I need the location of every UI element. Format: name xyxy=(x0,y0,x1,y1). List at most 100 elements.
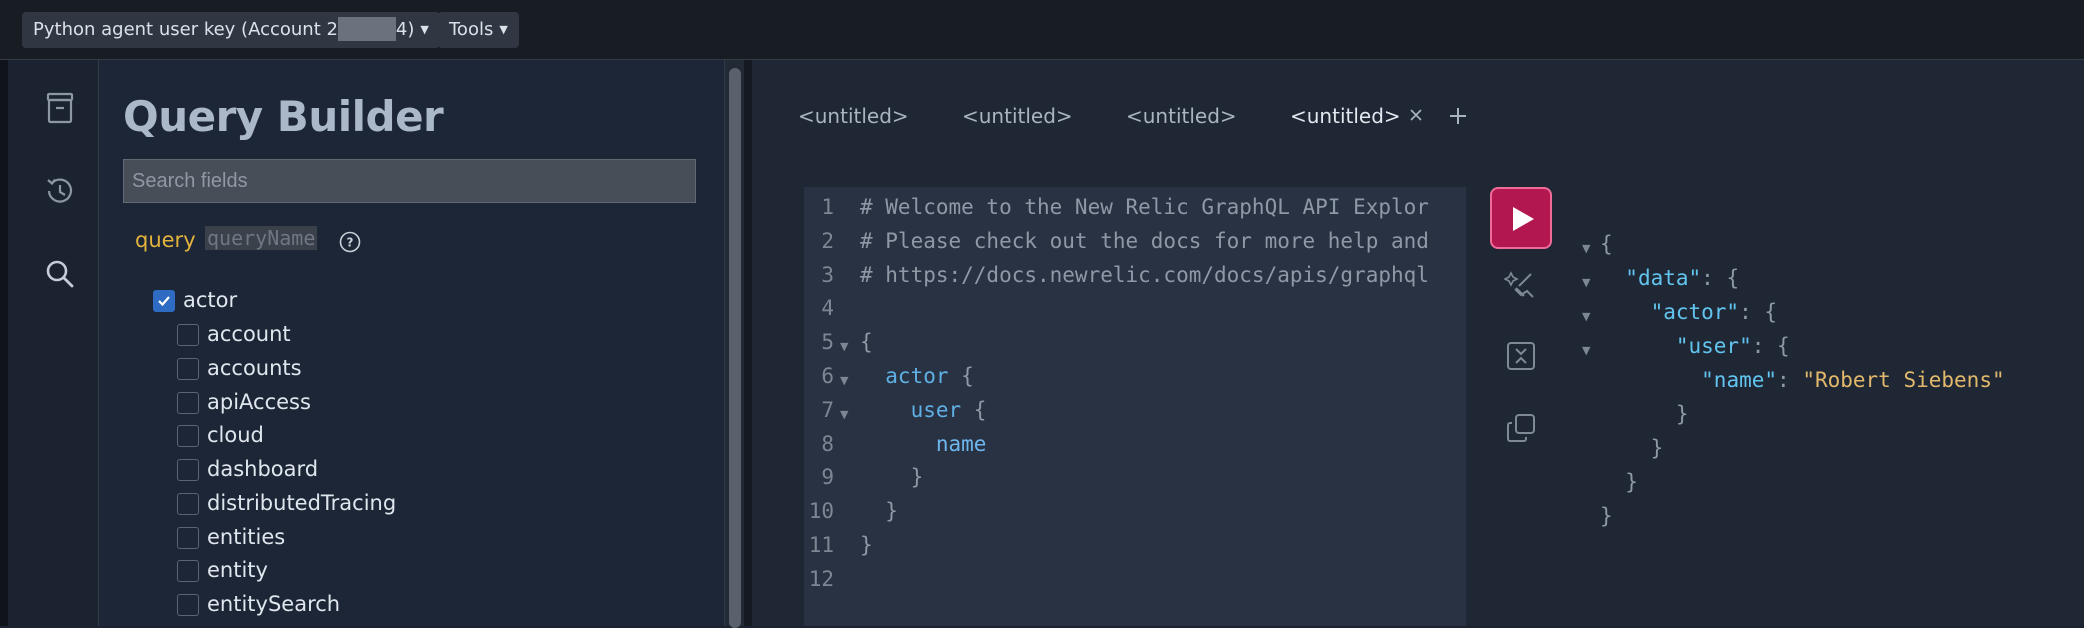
query-builder-scrollbar[interactable] xyxy=(724,60,744,628)
tree-item-label: entities xyxy=(207,525,286,549)
tree-item-label: apiAccess xyxy=(207,390,311,414)
line-number: 4 xyxy=(821,296,834,321)
query-builder-title: Query Builder xyxy=(123,92,444,141)
code-line: # Welcome to the New Relic GraphQL API E… xyxy=(860,195,1429,219)
tab-untitled-4-active[interactable]: <untitled> xyxy=(1290,104,1401,128)
query-builder-panel: Query Builder query queryName ? actor ac… xyxy=(99,60,724,626)
tab-untitled-1[interactable]: <untitled> xyxy=(798,104,909,128)
result-key-name: "name" xyxy=(1701,368,1778,392)
sidebar-icon-bar xyxy=(8,60,99,626)
code-line: { xyxy=(860,330,873,355)
editor-actions xyxy=(1466,187,1574,626)
line-number: 8 xyxy=(821,431,834,456)
fold-toggle-icon[interactable]: ▼ xyxy=(1582,310,1590,323)
checkbox[interactable] xyxy=(177,459,199,481)
chevron-down-icon: ▼ xyxy=(420,23,429,36)
query-editor[interactable]: 1 # Welcome to the New Relic GraphQL API … xyxy=(804,187,1466,626)
checkbox-checked[interactable] xyxy=(153,290,175,312)
checkbox[interactable] xyxy=(177,560,199,582)
tree-item-label: cloud xyxy=(207,423,264,447)
run-button[interactable] xyxy=(1490,187,1552,249)
line-number: 7 xyxy=(821,397,834,422)
code-line: name xyxy=(860,431,987,456)
query-name-input[interactable]: queryName xyxy=(205,226,318,250)
result-brace-close: } xyxy=(1600,402,1689,426)
checkbox[interactable] xyxy=(177,392,199,414)
line-number: 9 xyxy=(821,465,834,490)
line-number: 2 xyxy=(821,228,834,253)
top-bar: Python agent user key (Account 2 4) ▼ Tool… xyxy=(0,0,2084,60)
result-brace-close: } xyxy=(1600,504,1613,528)
scrollbar-thumb[interactable] xyxy=(729,68,741,628)
checkbox[interactable] xyxy=(177,425,199,447)
panel-resize-handle[interactable] xyxy=(744,60,752,626)
tree-item-label: account xyxy=(207,322,291,346)
window-edge xyxy=(0,60,8,626)
fold-toggle-icon[interactable]: ▼ xyxy=(1582,344,1590,357)
editor-panel: <untitled> <untitled> <untitled> <untitl… xyxy=(752,60,2084,626)
copy-icon[interactable] xyxy=(1504,411,1538,445)
code-line: # Please check out the docs for more hel… xyxy=(860,228,1429,253)
help-icon[interactable]: ? xyxy=(339,231,361,253)
tools-dropdown[interactable]: Tools ▼ xyxy=(438,12,519,48)
result-key-user: "user" xyxy=(1675,334,1752,358)
fold-toggle-icon[interactable]: ▼ xyxy=(840,408,848,421)
fold-toggle-icon[interactable]: ▼ xyxy=(840,374,848,387)
code-line: # https://docs.newrelic.com/docs/apis/gr… xyxy=(860,262,1429,287)
account-key-label-suffix: 4) xyxy=(395,19,415,40)
fold-toggle-icon[interactable]: ▼ xyxy=(1582,276,1590,289)
checkbox[interactable] xyxy=(177,358,199,380)
line-number: 12 xyxy=(808,566,834,591)
result-key-actor: "actor" xyxy=(1650,300,1740,324)
add-tab-icon[interactable] xyxy=(1446,104,1470,128)
line-number: 6 xyxy=(821,364,834,388)
line-number: 3 xyxy=(821,262,834,287)
checkbox[interactable] xyxy=(177,594,199,616)
result-line-data: "data": { xyxy=(1625,266,1740,290)
chevron-down-icon: ▼ xyxy=(499,23,508,36)
tools-label: Tools xyxy=(449,19,494,40)
search-fields-input[interactable] xyxy=(123,159,696,203)
result-brace-close: } xyxy=(1600,436,1664,460)
account-key-label-prefix: Python agent user key (Account 2 xyxy=(33,19,338,40)
code-line: } xyxy=(860,465,924,490)
query-keyword: query xyxy=(135,228,196,252)
result-brace-close: } xyxy=(1600,470,1638,494)
result-line-actor: "actor": { xyxy=(1650,300,1778,324)
code-line: actor { xyxy=(860,364,974,388)
tree-item-label: entity xyxy=(207,558,268,582)
checkbox[interactable] xyxy=(177,527,199,549)
code-line: } xyxy=(860,533,873,557)
result-brace-open: { xyxy=(1600,232,1613,256)
search-icon[interactable] xyxy=(36,250,84,298)
checkbox[interactable] xyxy=(177,324,199,346)
code-line: } xyxy=(860,499,898,524)
tree-item-label: entitySearch xyxy=(207,592,341,616)
tree-item-label: dashboard xyxy=(207,457,319,481)
collapse-icon[interactable] xyxy=(1504,339,1538,373)
line-number: 5 xyxy=(821,330,834,355)
fold-toggle-icon[interactable]: ▼ xyxy=(1582,242,1590,255)
checkbox[interactable] xyxy=(177,493,199,515)
tree-item-label: actor xyxy=(183,288,238,312)
result-viewer: ▼ { ▼ "data": { ▼ "actor": { ▼ "user": {… xyxy=(1574,170,2084,626)
result-value-name: "Robert Siebens" xyxy=(1802,368,2005,392)
code-line: user { xyxy=(860,397,987,422)
line-number: 1 xyxy=(821,195,834,219)
tree-item-label: distributedTracing xyxy=(207,491,397,515)
tab-untitled-2[interactable]: <untitled> xyxy=(962,104,1073,128)
result-line-user: "user": { xyxy=(1675,334,1790,358)
prettify-icon[interactable] xyxy=(1503,267,1538,301)
line-number: 10 xyxy=(808,499,834,524)
result-line-name: "name": "Robert Siebens" xyxy=(1701,368,2005,392)
history-icon[interactable] xyxy=(36,167,84,215)
tab-untitled-3[interactable]: <untitled> xyxy=(1126,104,1237,128)
close-icon[interactable] xyxy=(1407,106,1425,124)
redacted-account-id xyxy=(337,16,396,41)
fold-toggle-icon[interactable]: ▼ xyxy=(840,340,848,353)
svg-text:?: ? xyxy=(347,236,354,250)
account-key-dropdown[interactable]: Python agent user key (Account 2 4) ▼ xyxy=(22,12,440,48)
tree-item-label: accounts xyxy=(207,356,302,380)
archive-icon[interactable] xyxy=(36,84,84,132)
line-number: 11 xyxy=(808,533,834,557)
